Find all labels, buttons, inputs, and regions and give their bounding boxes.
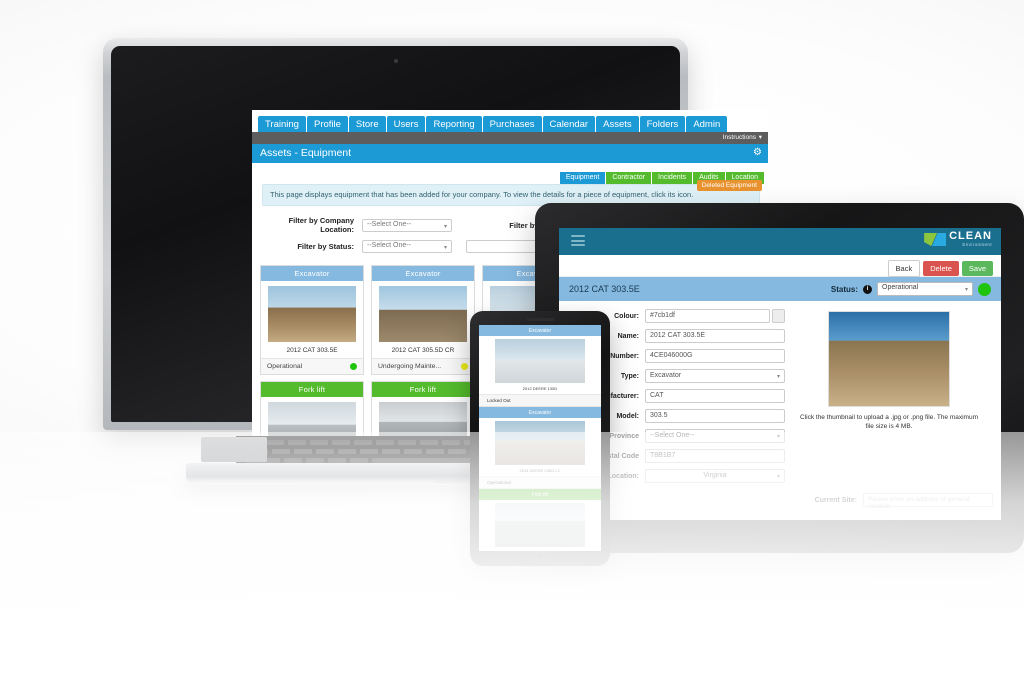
deleted-equipment-button[interactable]: Deleted Equipment [696,180,762,191]
status-dot [978,282,991,296]
tab-incidents[interactable]: Incidents [652,172,693,184]
colour-input[interactable]: #7cb1df [645,309,770,323]
card-type-header: Fork lift [479,489,601,500]
card-status-footer: Undergoing Mainte... [372,358,474,374]
colour-swatch[interactable] [772,309,785,323]
equipment-name: 2012 CAT 305.5D CR [391,347,455,354]
current-site-row: Current Site: Please enter an address or… [559,489,1001,510]
tab-contractor[interactable]: Contractor [606,172,652,184]
card-type-header: Excavator [479,325,601,336]
status-text: Locked Out [479,394,601,406]
filter-status-label: Filter by Status: [297,242,354,251]
card-type-header: Excavator [372,266,474,281]
filter-company-location-label: Filter by Company Location: [288,216,354,234]
page-title-bar: Assets - Equipment ⚙ [252,144,768,163]
equipment-detail-form: Colour: #7cb1df Name: 2012 CAT 303.5E Se… [559,301,1001,489]
name-input[interactable]: 2012 CAT 303.5E [645,329,785,343]
serial-number-input[interactable]: 4CE046000G [645,349,785,363]
phone-device: Excavator 2012 DEERE 135D Locked Out Exc… [470,311,610,566]
info-icon[interactable]: i [863,284,872,294]
phone-home-button[interactable] [535,551,545,561]
status-label: Status: [830,284,858,294]
equipment-name: 2012 CAT 303.5E [286,347,338,354]
status-text: Operational [267,363,303,370]
type-select[interactable]: Excavator ▾ [645,369,785,383]
location-select[interactable]: Virginia ▾ [645,469,785,483]
brand-logo: CLEAN Environment [924,231,992,247]
equipment-name: 2012 DEERE 135D [522,386,558,391]
section-tabs[interactable]: Equipment Contractor Incidents Audits Locati… [252,163,768,184]
status-text: Undergoing Mainte... [378,363,442,370]
card-type-header: Excavator [479,407,601,418]
leaf-logo-icon [924,231,947,247]
instructions-link[interactable]: Instructions ▾ [723,133,762,141]
gear-icon[interactable]: ⚙ [753,147,762,158]
filter-company-location-select[interactable]: --Select One-- ▾ [362,218,452,232]
equipment-card[interactable]: Excavator 2012 CAT 303.5E Operational [260,265,364,375]
phone-speaker [526,318,554,321]
thumbnail-help-text: Click the thumbnail to upload a .jpg or … [800,414,978,430]
phone-equipment-card[interactable]: Excavator 2014 DEERE 245G LC Operational [479,407,601,489]
current-site-input[interactable]: Please enter an address or general locat… [863,493,993,510]
equipment-photo[interactable] [268,286,356,342]
delete-button[interactable]: Delete [923,261,959,276]
equipment-name: 2014 DEERE 245G LC [519,468,561,473]
postal-code-input[interactable]: T8B1B7 [645,449,785,463]
status-dot [350,363,357,370]
tablet-screen: CLEAN Environment Back Delete Save 2012 CA… [559,228,1001,520]
current-site-label: Current Site: [814,496,857,504]
equipment-photo[interactable] [495,339,585,383]
status-control-group: Status: i Operational ▾ [831,282,991,296]
card-type-header: Excavator [261,266,363,281]
phone-screen: Excavator 2012 DEERE 135D Locked Out Exc… [479,325,601,551]
equipment-photo[interactable] [495,503,585,547]
status-dot [461,363,468,370]
equipment-name: 2009 JCB 930 FORKLIFT [479,547,601,551]
brand-name: CLEAN [949,230,992,242]
main-navigation[interactable]: Training Profile Store Users Reporting Purcha… [252,110,768,134]
equipment-photo[interactable] [379,286,467,342]
webcam-icon [393,59,398,63]
card-status-footer: Operational [261,358,363,374]
back-button[interactable]: Back [887,260,921,277]
laptop-trackpad[interactable] [201,437,267,462]
record-title: 2012 CAT 303.5E [569,284,640,294]
status-text: Operational [479,476,601,488]
thumbnail-column: Click the thumbnail to upload a .jpg or … [785,309,993,489]
card-type-header: Fork lift [261,382,363,397]
equipment-photo[interactable] [495,421,585,465]
instructions-bar: Instructions ▾ [252,132,768,144]
page-title: Assets - Equipment [260,147,352,159]
card-type-header: Fork lift [372,382,474,397]
record-title-bar: 2012 CAT 303.5E Status: i Operational ▾ [559,277,1001,301]
equipment-card[interactable]: Excavator 2012 CAT 305.5D CR Undergoing … [371,265,475,375]
save-button[interactable]: Save [961,261,993,276]
tablet-app-header: CLEAN Environment [559,228,1001,255]
hamburger-menu-icon[interactable] [571,235,585,246]
equipment-thumbnail[interactable] [828,311,950,407]
record-action-bar: Back Delete Save [559,255,1001,277]
screenshot-stage: Training Profile Store Users Reporting Purcha… [0,0,1024,684]
manufacturer-input[interactable]: CAT [645,389,785,403]
tab-equipment[interactable]: Equipment [559,172,606,184]
phone-equipment-card[interactable]: Excavator 2012 DEERE 135D Locked Out [479,325,601,407]
model-input[interactable]: 303.5 [645,409,785,423]
filter-status-select[interactable]: --Select One-- ▾ [362,240,452,253]
status-select[interactable]: Operational ▾ [877,282,973,296]
brand-tagline: Environment [962,242,992,247]
phone-equipment-card[interactable]: Fork lift 2009 JCB 930 FORKLIFT Operatio… [479,489,601,551]
state-province-select[interactable]: --Select One-- ▾ [645,429,785,443]
